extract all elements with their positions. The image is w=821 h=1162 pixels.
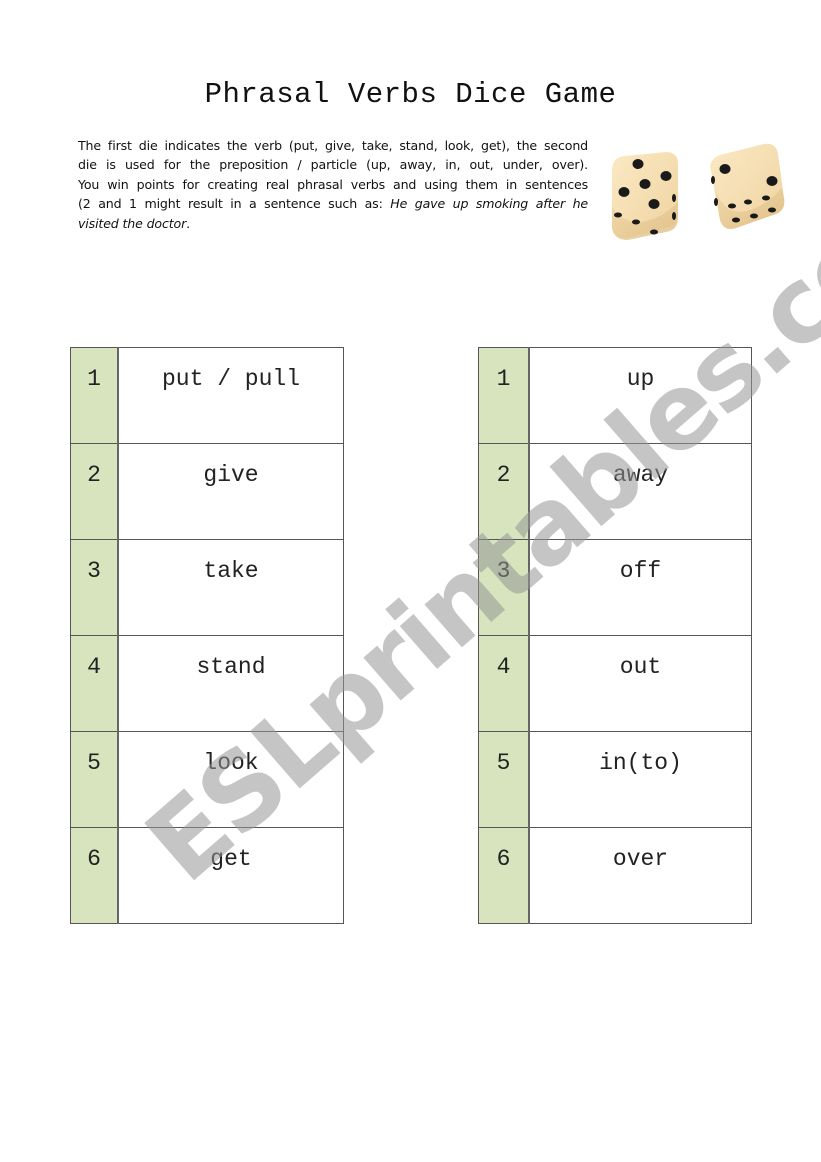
instructions-line: visited the doctor. [78, 214, 588, 233]
die-number: 5 [70, 731, 119, 828]
verb-cell: look [117, 731, 344, 828]
verb-cell: take [117, 539, 344, 636]
table-row: 1 up [478, 347, 752, 444]
table-row: 2 away [478, 443, 752, 540]
die-number: 2 [478, 443, 530, 540]
page-title: Phrasal Verbs Dice Game [204, 78, 617, 111]
die-number: 4 [70, 635, 119, 732]
right-die [710, 143, 785, 229]
left-die [612, 152, 678, 240]
instructions-text: (2 and 1 might result in a sentence such… [78, 196, 383, 212]
die-number: 5 [478, 731, 530, 828]
verb-cell: stand [117, 635, 344, 732]
die-number: 2 [70, 443, 119, 540]
dice-icon [612, 143, 785, 240]
particle-cell: away [528, 443, 752, 540]
die-number: 6 [478, 827, 530, 924]
particle-cell: over [528, 827, 752, 924]
particle-cell: up [528, 347, 752, 444]
verb-cell: put / pull [117, 347, 344, 444]
instructions-line: You win points for creating real phrasal… [78, 176, 588, 192]
die-number: 3 [70, 539, 119, 636]
example-sentence: He gave up smoking after he [390, 196, 588, 212]
die-number: 1 [478, 347, 530, 444]
particles-table: 1 up 2 away 3 off 4 out 5 in(to) 6 over [478, 347, 752, 924]
table-row: 4 stand [70, 635, 344, 732]
table-row: 5 look [70, 731, 344, 828]
die-number: 6 [70, 827, 119, 924]
particle-cell: in(to) [528, 731, 752, 828]
instructions-line: (2 and 1 might result in a sentence such… [78, 194, 588, 213]
example-sentence-end: visited the doctor [78, 215, 187, 231]
particle-cell: off [528, 539, 752, 636]
instructions-paragraph: The first die indicates the verb (put, g… [78, 136, 588, 233]
worksheet-page: Phrasal Verbs Dice Game The first die in… [0, 0, 821, 1162]
die-number: 3 [478, 539, 530, 636]
die-number: 1 [70, 347, 119, 444]
particle-cell: out [528, 635, 752, 732]
table-row: 2 give [70, 443, 344, 540]
verbs-table: 1 put / pull 2 give 3 take 4 stand 5 loo… [70, 347, 344, 924]
table-row: 1 put / pull [70, 347, 344, 444]
table-row: 4 out [478, 635, 752, 732]
end-punctuation: . [186, 215, 190, 231]
table-row: 3 off [478, 539, 752, 636]
verb-cell: give [117, 443, 344, 540]
die-number: 4 [478, 635, 530, 732]
instructions-line: The first die indicates the verb (put, g… [78, 138, 588, 153]
instructions-line: die is used for the preposition / partic… [78, 157, 588, 173]
table-row: 6 over [478, 827, 752, 924]
table-row: 3 take [70, 539, 344, 636]
table-row: 5 in(to) [478, 731, 752, 828]
table-row: 6 get [70, 827, 344, 924]
verb-cell: get [117, 827, 344, 924]
